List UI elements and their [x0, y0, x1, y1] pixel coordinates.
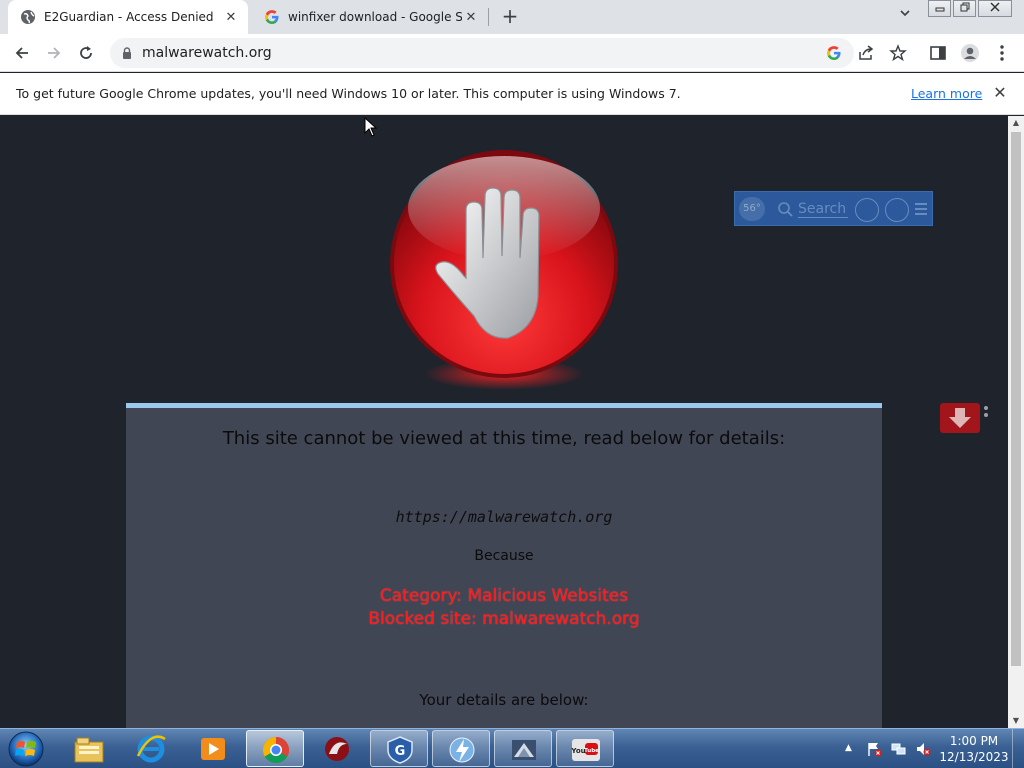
- minimize-button[interactable]: [928, 0, 951, 17]
- forward-arrow-icon: [48, 47, 61, 59]
- clock-time: 1:00 PM: [949, 734, 999, 748]
- internet-explorer-icon: [136, 735, 166, 763]
- taskbar-youtube[interactable]: You Tube: [556, 730, 614, 767]
- side-panel-icon: [930, 46, 946, 60]
- tab-title: E2Guardian - Access Denied: [44, 10, 214, 24]
- mouse-cursor-icon: [364, 117, 378, 137]
- minimize-icon: [935, 7, 944, 12]
- media-player-icon: [201, 738, 225, 760]
- side-panel-button[interactable]: [928, 43, 948, 63]
- share-button[interactable]: [856, 43, 876, 63]
- action-center-flag-icon[interactable]: [866, 741, 882, 757]
- google-g-icon: [265, 10, 279, 24]
- windows-taskbar: G You Tube ▲ 1:00 PM 12/13/2023: [0, 728, 1024, 768]
- svg-text:G: G: [395, 744, 406, 759]
- infobar-message: To get future Google Chrome updates, you…: [16, 86, 681, 101]
- tab-strip: E2Guardian - Access Denied ✕ winfixer do…: [0, 0, 1024, 34]
- infobar-close-icon[interactable]: ✕: [990, 83, 1010, 103]
- browser-menu-button[interactable]: [992, 43, 1012, 63]
- forward-button[interactable]: [42, 41, 66, 65]
- back-arrow-icon: [15, 47, 28, 59]
- reload-icon: [80, 46, 92, 59]
- download-helper-menu-icon[interactable]: [984, 406, 988, 426]
- google-lens-g-icon[interactable]: [826, 45, 842, 61]
- taskbar-chrome[interactable]: [246, 730, 304, 767]
- back-button[interactable]: [10, 41, 34, 65]
- lock-icon[interactable]: [120, 46, 134, 60]
- taskbar-writer-app[interactable]: [494, 730, 552, 767]
- tab-close-icon[interactable]: ✕: [462, 8, 480, 26]
- scroll-down-icon[interactable]: ▼: [1008, 714, 1024, 728]
- address-bar[interactable]: malwarewatch.org: [110, 38, 854, 68]
- taskbar-network-app[interactable]: [432, 730, 490, 767]
- reload-button[interactable]: [74, 41, 98, 65]
- blocked-site: Blocked site: malwarewatch.org: [368, 609, 640, 629]
- profile-avatar-icon: [961, 44, 979, 62]
- restore-icon: [960, 2, 969, 12]
- apps-grid-icon[interactable]: [855, 198, 879, 222]
- show-hidden-icons-button[interactable]: ▲: [845, 743, 855, 753]
- search-icon: [778, 202, 793, 217]
- tab-separator: [488, 8, 489, 26]
- globe-icon: [21, 10, 35, 24]
- taskbar-comodo-dragon[interactable]: [308, 730, 366, 767]
- system-clock[interactable]: 1:00 PM 12/13/2023: [936, 733, 1012, 765]
- writer-app-icon: [512, 740, 536, 760]
- share-icon: [859, 45, 874, 60]
- folder-icon: [74, 737, 104, 763]
- taskbar-shield-app[interactable]: G: [370, 730, 428, 767]
- scroll-thumb[interactable]: [1011, 132, 1021, 666]
- profile-button[interactable]: [960, 43, 980, 63]
- kebab-menu-icon: [1000, 45, 1004, 61]
- close-icon: [990, 2, 1000, 12]
- stop-hand-icon: [390, 150, 618, 390]
- scroll-up-icon[interactable]: ▲: [1008, 116, 1024, 130]
- taskbar-internet-explorer[interactable]: [122, 730, 180, 767]
- start-button-windows-icon[interactable]: [6, 730, 46, 768]
- page-content: 56° Search This site cannot be viewed at…: [0, 116, 1008, 728]
- network-icon[interactable]: [891, 741, 907, 757]
- tab-search-chevron-down-icon[interactable]: [893, 6, 917, 28]
- details-heading: Your details are below:: [419, 691, 589, 709]
- new-tab-button[interactable]: +: [498, 5, 522, 29]
- block-category: Category: Malicious Websites: [379, 586, 629, 606]
- browser-toolbar: malwarewatch.org: [0, 34, 1024, 72]
- restore-button[interactable]: [953, 0, 976, 17]
- shield-g-icon: G: [387, 736, 413, 764]
- youtube-icon: YouTube: [570, 739, 600, 761]
- update-infobar: To get future Google Chrome updates, you…: [0, 73, 1024, 115]
- addon-search-input[interactable]: Search: [798, 201, 848, 218]
- tab-inactive[interactable]: winfixer download - Google Sear ✕: [252, 0, 488, 34]
- addon-search-toolbar[interactable]: 56° Search: [734, 191, 933, 226]
- svg-text:Tube: Tube: [584, 748, 599, 754]
- chrome-icon: [262, 736, 290, 764]
- weather-badge[interactable]: 56°: [739, 197, 765, 221]
- block-heading: This site cannot be viewed at this time,…: [222, 428, 786, 449]
- show-desktop-button[interactable]: [1012, 729, 1024, 768]
- bookmark-button[interactable]: [888, 43, 908, 63]
- address-url: malwarewatch.org: [142, 45, 272, 61]
- because-label: Because: [474, 548, 534, 564]
- tab-close-icon[interactable]: ✕: [222, 8, 240, 26]
- tab-title: winfixer download - Google Sear: [288, 10, 462, 24]
- volume-muted-icon[interactable]: [915, 741, 931, 757]
- learn-more-link[interactable]: Learn more: [911, 86, 982, 101]
- tab-active[interactable]: E2Guardian - Access Denied ✕: [8, 0, 248, 34]
- blocked-url: https://malwarewatch.org: [395, 508, 613, 526]
- taskbar-explorer[interactable]: [60, 730, 118, 767]
- vertical-scrollbar[interactable]: ▲ ▼: [1008, 116, 1024, 728]
- clock-date: 12/13/2023: [939, 750, 1009, 764]
- dragon-browser-icon: [325, 737, 349, 761]
- window-close-button[interactable]: [978, 0, 1012, 17]
- addon-settings-icon[interactable]: [885, 198, 909, 222]
- download-arrow-icon: [949, 408, 971, 428]
- hamburger-menu-icon[interactable]: [915, 203, 927, 215]
- taskbar-media-player[interactable]: [184, 730, 242, 767]
- block-details-panel: This site cannot be viewed at this time,…: [126, 403, 882, 728]
- star-icon: [889, 44, 907, 62]
- network-bolt-icon: [449, 737, 475, 763]
- download-helper-button[interactable]: [940, 403, 980, 433]
